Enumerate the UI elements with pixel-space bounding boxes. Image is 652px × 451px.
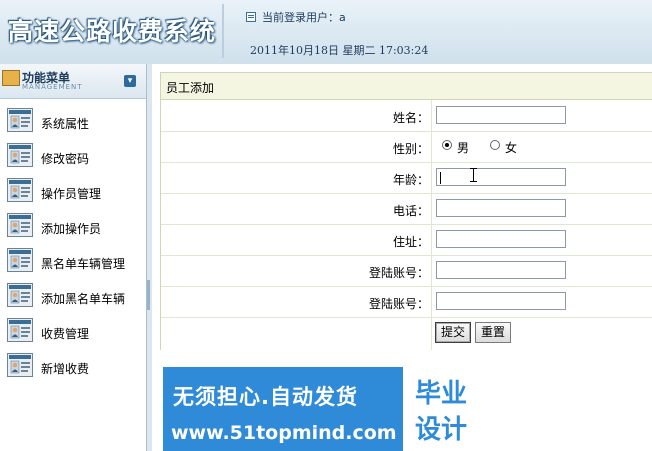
cell-divider [431,224,432,255]
text-caret [440,172,441,184]
user-card-icon [7,353,33,377]
address-label: 住址： [392,235,429,249]
address-input[interactable] [436,230,566,248]
sidebar-item-label: 操作员管理 [41,187,102,201]
gender-female-label: 女 [505,141,518,155]
sidebar-item-label: 黑名单车辆管理 [41,257,126,271]
login-account-2-label: 登陆账号： [368,297,429,311]
age-label: 年龄： [392,173,429,187]
reset-button[interactable]: 重置 [475,322,512,343]
form-row-login-account: 登陆账号： [161,255,652,287]
gender-male-label: 男 [457,141,470,155]
ad-banner[interactable]: 无须担心.自动发货 www.51topmind.com 毕业 设计 [163,367,488,451]
form-row-actions: 提交 重置 [161,317,652,350]
banner-right-text-1: 毕业 [415,379,468,409]
form-row-phone: 电话： [161,193,652,225]
cell-divider [431,162,432,193]
panel-title-bar: 员工添加 [161,73,652,100]
user-card-icon [7,283,33,307]
sidebar-item[interactable]: 添加操作员 [0,211,146,246]
sidebar-item-label: 系统属性 [41,117,90,131]
current-datetime: 2011年10月18日 星期二 17:03:24 [250,44,429,57]
banner-right-text-2: 设计 [415,415,468,445]
form-row-name: 姓名： [161,100,652,132]
cell-divider [431,193,432,224]
ibeam-cursor-icon [470,168,477,182]
form-row-gender: 性别： 男 女 [161,131,652,163]
user-card-icon [7,318,33,342]
sidebar-item-label: 收费管理 [41,327,90,341]
user-card-icon [7,143,33,167]
sidebar-header: 功能菜单 MANAGEMENT ▾ [0,64,146,99]
folder-icon [2,70,20,86]
cell-divider [431,100,432,131]
sidebar-item-label: 新增收费 [41,362,90,376]
app-header: 高速公路收费系统 当前登录用户：a 2011年10月18日 星期二 17:03:… [0,0,652,64]
gender-label: 性别： [392,142,429,156]
splitter-grip[interactable] [147,280,150,310]
chevron-down-icon[interactable]: ▾ [124,75,136,87]
sidebar-item[interactable]: 系统属性 [0,106,146,141]
phone-label: 电话： [392,204,429,218]
header-divider [222,4,224,58]
name-input[interactable] [436,106,566,124]
sidebar-item-label: 添加黑名单车辆 [41,292,126,306]
user-card-icon [7,178,33,202]
sidebar-item-label: 添加操作员 [41,222,102,236]
sidebar-subtitle: MANAGEMENT [22,83,83,91]
employee-add-panel: 员工添加 姓名： 性别： 男 女 年龄： 电话： 住址： 登陆账号： 登陆账号：… [160,72,652,350]
panel-title: 员工添加 [166,81,215,95]
menu-list: 系统属性修改密码操作员管理添加操作员黑名单车辆管理 添加黑名单车辆 收费管理新增收费 [0,106,146,386]
cell-divider [431,255,432,286]
sidebar: 功能菜单 MANAGEMENT ▾ 系统属性修改密码操作员管理添加操作员黑名单车… [0,64,146,451]
current-user-label: 当前登录用户：a [262,11,346,24]
banner-slogan: 无须担心.自动发货 [173,385,358,409]
current-user: 当前登录用户：a [246,9,346,25]
form-row-address: 住址： [161,224,652,256]
name-label: 姓名： [392,111,429,125]
age-input[interactable] [436,168,566,186]
sidebar-item[interactable]: 收费管理 [0,316,146,351]
sidebar-splitter[interactable] [146,64,152,451]
sidebar-item[interactable]: 黑名单车辆管理 [0,246,146,281]
sidebar-item[interactable]: 新增收费 [0,351,146,386]
sidebar-item[interactable]: 操作员管理 [0,176,146,211]
sidebar-item[interactable]: 修改密码 [0,141,146,176]
form-row-login-account-2: 登陆账号： [161,286,652,318]
banner-url: www.51topmind.com [171,422,397,444]
login-account-label: 登陆账号： [368,266,429,280]
gender-female-radio[interactable] [490,140,500,150]
user-card-icon [7,108,33,132]
window-icon [246,12,256,22]
cell-divider [431,131,432,162]
sidebar-item[interactable]: 添加黑名单车辆 [0,281,146,316]
cell-divider [431,286,432,317]
login-account-input[interactable] [436,261,566,279]
system-title: 高速公路收费系统 [8,17,217,46]
user-card-icon [7,248,33,272]
login-account-2-input[interactable] [436,292,566,310]
sidebar-item-label: 修改密码 [41,152,90,166]
form-row-age: 年龄： [161,162,652,194]
submit-button[interactable]: 提交 [435,322,472,343]
cell-divider [431,317,432,350]
user-card-icon [7,213,33,237]
phone-input[interactable] [436,199,566,217]
gender-male-radio[interactable] [442,140,452,150]
